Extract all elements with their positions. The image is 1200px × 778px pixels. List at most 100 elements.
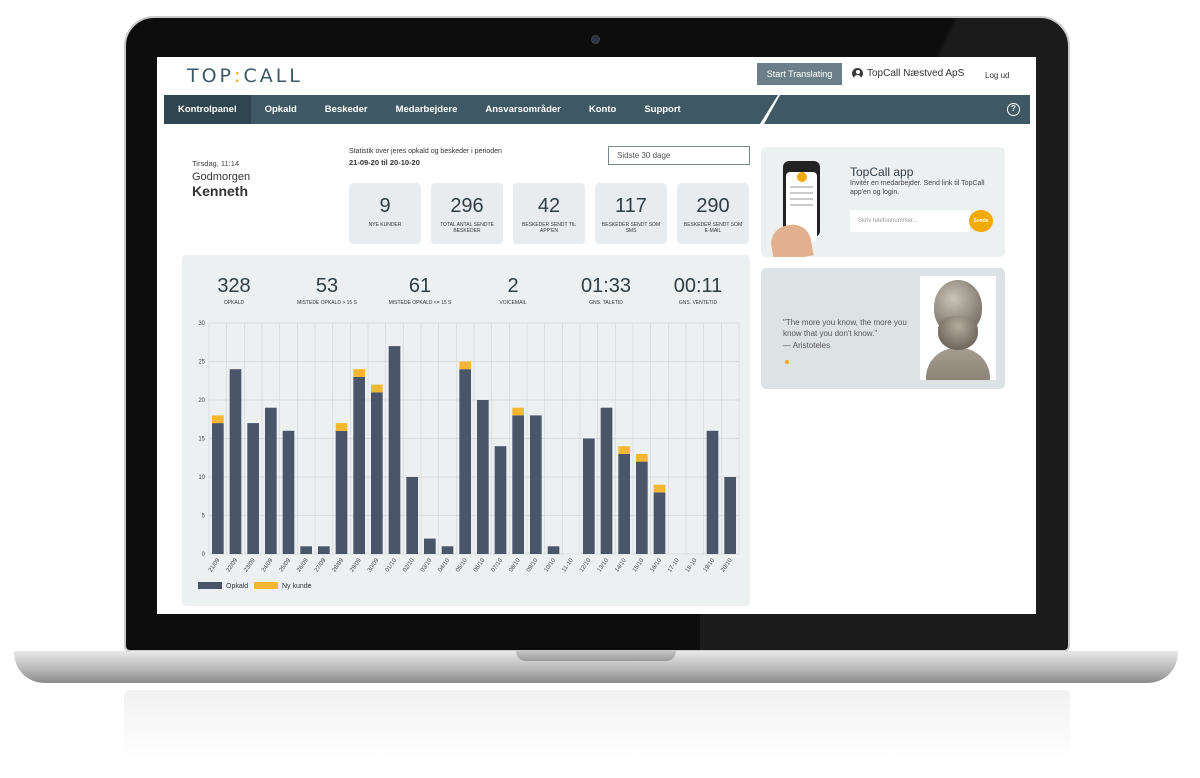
bar-opkald xyxy=(512,415,524,554)
current-date: Tirsdag, 11:14 xyxy=(192,159,240,168)
bar-opkald xyxy=(371,392,383,554)
x-tick-label: 20/10 xyxy=(720,557,734,573)
bar-ny-kunde xyxy=(618,446,630,454)
x-tick-label: 23/09 xyxy=(243,557,257,573)
stat-card-sms-messages: 117 BESKEDER SENDT SOM SMS xyxy=(595,183,667,244)
company-name: TopCall Næstved ApS xyxy=(867,68,965,79)
x-tick-label: 01/10 xyxy=(385,557,399,573)
x-tick-label: 28/09 xyxy=(332,557,346,573)
x-tick-label: 24/09 xyxy=(261,557,275,573)
x-tick-label: 10/10 xyxy=(544,557,558,573)
y-tick-label: 15 xyxy=(198,437,205,443)
legend-label-ny-kunde: Ny kunde xyxy=(282,583,312,590)
quote-card: "The more you know, the more you know th… xyxy=(761,268,1005,389)
bar-opkald xyxy=(459,369,471,554)
x-tick-label: 26/09 xyxy=(296,557,310,573)
bar-opkald xyxy=(388,346,401,554)
bar-ny-kunde xyxy=(512,407,524,416)
nav-item-beskeder[interactable]: Beskeder xyxy=(311,95,382,124)
app-screen: TOP:CALL Start Translating TopCall Næstv… xyxy=(157,57,1036,614)
x-tick-label: 05/10 xyxy=(455,557,469,573)
x-tick-label: 02/10 xyxy=(402,557,416,573)
bar-ny-kunde xyxy=(212,415,224,424)
bar-opkald xyxy=(282,430,295,554)
quote-author: — Aristoteles xyxy=(783,341,831,350)
y-tick-label: 20 xyxy=(198,398,205,404)
start-translating-button[interactable]: Start Translating xyxy=(757,63,842,85)
topcall-app-card: TopCall app Invitér en medarbejder. Send… xyxy=(761,147,1005,257)
nav-item-medarbejdere[interactable]: Medarbejdere xyxy=(382,95,472,124)
x-tick-label: 30/09 xyxy=(367,557,381,573)
period-select[interactable]: Sidste 30 dage xyxy=(608,146,750,165)
stat-card-new-customers: 9 NYE KUNDER xyxy=(349,183,421,244)
stat-value: 42 xyxy=(537,195,561,217)
calls-chart-panel: 328 OPKALD 53 MISTEDE OPKALD > 15 S 61 M… xyxy=(182,255,750,606)
x-tick-label: 03/10 xyxy=(420,557,434,573)
stat-label: NYE KUNDER xyxy=(368,222,402,228)
bar-opkald xyxy=(724,477,736,554)
x-tick-label: 04/10 xyxy=(438,557,452,573)
nav-right-section xyxy=(764,95,1030,124)
x-tick-label: 11-10 xyxy=(561,557,575,573)
aristotle-bust-image xyxy=(920,276,996,380)
send-invite-button[interactable]: Sende xyxy=(969,210,993,232)
bar-opkald xyxy=(318,546,330,554)
bar-ny-kunde xyxy=(653,484,666,493)
stat-label: BESKEDER SENDT TIL APP'EN xyxy=(522,222,576,234)
x-tick-label: 14/10 xyxy=(614,557,628,573)
bar-opkald xyxy=(212,423,224,554)
nav-item-konto[interactable]: Konto xyxy=(575,95,630,124)
x-tick-label: 13/10 xyxy=(597,557,611,573)
x-tick-label: 16/10 xyxy=(650,557,664,573)
x-tick-label: 27/09 xyxy=(314,557,328,573)
phone-number-input[interactable]: Skriv telefonnummer... xyxy=(850,210,970,232)
greeting-text: Godmorgen xyxy=(192,171,251,183)
bar-opkald xyxy=(583,438,595,554)
app-card-description: Invitér en medarbejder. Send link til To… xyxy=(850,180,985,196)
bar-ny-kunde xyxy=(335,423,348,431)
bar-opkald xyxy=(406,477,418,554)
bar-opkald xyxy=(335,430,348,554)
carousel-dot[interactable] xyxy=(785,360,789,364)
y-tick-label: 5 xyxy=(202,514,206,520)
x-tick-label: 29/09 xyxy=(349,557,363,573)
help-icon[interactable]: ? xyxy=(1007,103,1020,116)
user-name: Kenneth xyxy=(192,183,248,199)
company-account[interactable]: TopCall Næstved ApS xyxy=(852,68,964,79)
logout-link[interactable]: Log ud xyxy=(985,71,1009,80)
laptop-reflection xyxy=(124,690,1070,760)
bar-opkald xyxy=(424,538,436,554)
stat-value: 9 xyxy=(379,195,391,217)
stat-label: BESKEDER SENDT SOM E-MAIL xyxy=(683,222,743,234)
x-tick-label: 25/09 xyxy=(279,557,293,573)
bar-ny-kunde xyxy=(459,361,471,370)
nav-item-opkald[interactable]: Opkald xyxy=(251,95,311,124)
nav-item-kontrolpanel[interactable]: Kontrolpanel xyxy=(164,95,251,124)
calls-bar-chart: 0 5 10 15 20 25 30 21/09 22/09 23/09 24/09 25/09 26/… xyxy=(198,321,740,590)
stat-card-app-messages: 42 BESKEDER SENDT TIL APP'EN xyxy=(513,183,585,244)
main-nav: Kontrolpanel Opkald Beskeder Medarbejder… xyxy=(164,95,1030,124)
y-tick-label: 25 xyxy=(198,360,205,366)
stat-label: TOTAL ANTAL SENDTE BESKEDER xyxy=(440,222,494,234)
bar-opkald xyxy=(530,415,542,554)
camera-icon xyxy=(591,35,600,44)
bar-opkald xyxy=(477,400,489,554)
bar-opkald xyxy=(706,430,719,554)
stat-value: 117 xyxy=(615,195,647,217)
nav-item-support[interactable]: Support xyxy=(630,95,694,124)
app-card-title: TopCall app xyxy=(850,165,914,179)
x-tick-label: 08/10 xyxy=(508,557,522,573)
bar-ny-kunde xyxy=(636,453,648,462)
bar-opkald xyxy=(618,453,630,554)
legend-swatch-ny-kunde xyxy=(254,582,278,589)
stat-card-email-messages: 290 BESKEDER SENDT SOM E-MAIL xyxy=(677,183,749,244)
user-icon xyxy=(852,68,863,79)
bar-ny-kunde xyxy=(371,384,383,393)
topcall-logo[interactable]: TOP:CALL xyxy=(187,65,303,87)
stat-value: 296 xyxy=(450,195,484,217)
bar-opkald xyxy=(441,546,454,554)
nav-item-ansvarsomrader[interactable]: Ansvarsområder xyxy=(471,95,575,124)
stat-label: BESKEDER SENDT SOM SMS xyxy=(601,222,661,234)
x-tick-label: 09/10 xyxy=(526,557,540,573)
x-tick-label: 12/10 xyxy=(579,557,593,573)
